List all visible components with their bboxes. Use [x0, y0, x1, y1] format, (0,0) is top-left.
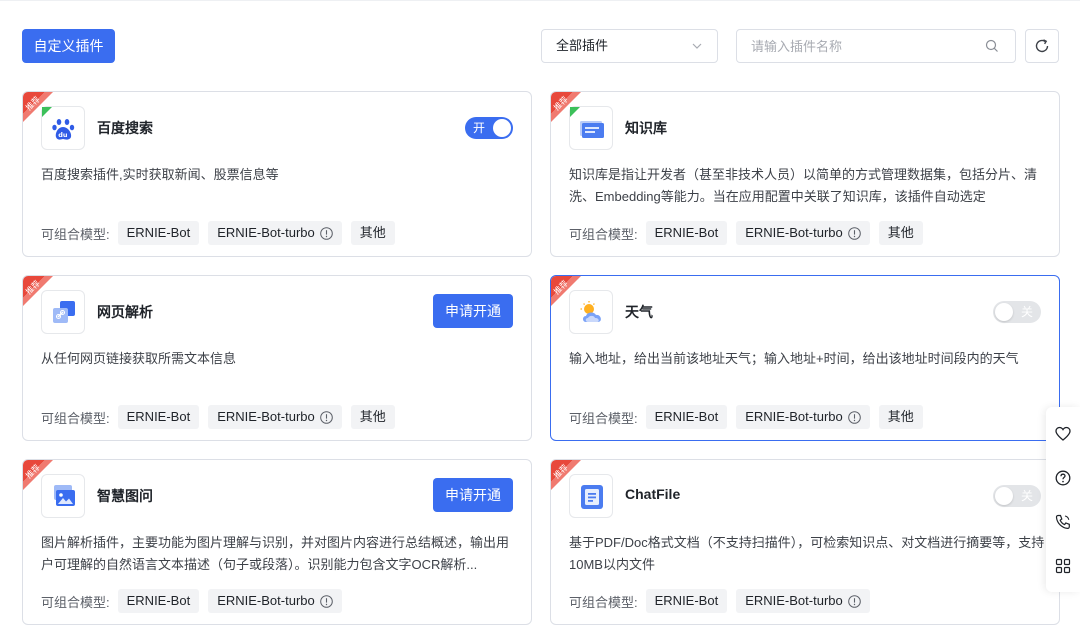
model-tag: ERNIE-Bot-turbo	[736, 589, 870, 613]
model-tag: 其他	[350, 221, 395, 245]
plugin-name: 百度搜索	[97, 120, 153, 136]
help-button[interactable]	[1046, 457, 1080, 501]
phone-icon	[1055, 514, 1070, 530]
model-tag: 其他	[878, 405, 923, 429]
heart-icon	[1055, 426, 1071, 441]
plugin-name: 智慧图问	[97, 488, 153, 504]
svg-text:du: du	[58, 131, 68, 139]
top-divider	[0, 0, 1080, 1]
search-input[interactable]	[751, 30, 971, 62]
model-tag: ERNIE-Bot	[645, 221, 728, 245]
info-icon[interactable]	[847, 594, 861, 608]
favorite-button[interactable]	[1046, 413, 1080, 457]
plugin-card-chatfile[interactable]: 推荐 ChatFile 关 基于PDF/Doc格式文档（不支持扫描件），可检索知…	[550, 459, 1060, 625]
web-link-icon	[41, 290, 85, 334]
plugin-toggle[interactable]: 开	[465, 117, 513, 139]
plugin-filter-select[interactable]: 全部插件	[541, 29, 718, 63]
model-tags: 可组合模型: ERNIE-Bot ERNIE-Bot-turbo	[41, 589, 351, 613]
model-label: 可组合模型:	[41, 594, 110, 610]
model-label: 可组合模型:	[41, 410, 110, 426]
model-tags: 可组合模型: ERNIE-Bot ERNIE-Bot-turbo 其他	[41, 221, 404, 245]
info-icon[interactable]	[847, 226, 861, 240]
plugin-description: 输入地址，给出当前该地址天气；输入地址+时间，给出该地址时间段内的天气	[569, 351, 1019, 366]
plugin-card-web-parse[interactable]: 推荐 网页解析 申请开通 从任何网页链接获取所需文本信息 可组合模型: ERNI…	[22, 275, 532, 441]
plugin-card-baidu-search[interactable]: 推荐 du 百度搜索 开 百度搜索插件,实时获取新闻、股票信息等 可组合模型: …	[22, 91, 532, 257]
model-tag: ERNIE-Bot	[117, 221, 200, 245]
plugin-name: 网页解析	[97, 304, 153, 320]
model-tags: 可组合模型: ERNIE-Bot ERNIE-Bot-turbo	[569, 589, 879, 613]
plugin-card-image-qa[interactable]: 推荐 智慧图问 申请开通 图片解析插件，主要功能为图片理解与识别，并对图片内容进…	[22, 459, 532, 625]
plugin-description: 从任何网页链接获取所需文本信息	[41, 351, 237, 366]
weather-icon	[569, 290, 613, 334]
help-icon	[1055, 470, 1071, 486]
custom-plugin-button[interactable]: 自定义插件	[22, 29, 115, 63]
plugin-card-knowledge-base[interactable]: 推荐 知识库 知识库是指让开发者（甚至非技术人员）以简单的方式管理数据集，包括分…	[550, 91, 1060, 257]
apply-access-button[interactable]: 申请开通	[433, 294, 513, 328]
plugin-toggle[interactable]: 关	[993, 485, 1041, 507]
model-tag: ERNIE-Bot	[117, 405, 200, 429]
model-tag: 其他	[350, 405, 395, 429]
filter-value: 全部插件	[556, 38, 609, 53]
search-box[interactable]	[736, 29, 1016, 63]
model-tags: 可组合模型: ERNIE-Bot ERNIE-Bot-turbo 其他	[41, 405, 404, 429]
model-label: 可组合模型:	[569, 410, 638, 426]
model-tag: ERNIE-Bot	[117, 589, 200, 613]
contact-button[interactable]	[1046, 501, 1080, 545]
plugin-description: 图片解析插件，主要功能为图片理解与识别，并对图片内容进行总结概述，输出用户可理解…	[41, 535, 510, 572]
model-tag: ERNIE-Bot-turbo	[208, 405, 342, 429]
info-icon[interactable]	[319, 410, 333, 424]
info-icon[interactable]	[319, 594, 333, 608]
knowledge-base-icon	[569, 106, 613, 150]
apps-button[interactable]	[1046, 545, 1080, 589]
model-tag: ERNIE-Bot-turbo	[208, 589, 342, 613]
floating-sidebar	[1046, 407, 1080, 592]
refresh-icon	[1035, 39, 1049, 53]
plugin-name: 知识库	[625, 120, 667, 136]
plugin-toggle[interactable]: 关	[993, 301, 1041, 323]
plugin-description: 知识库是指让开发者（甚至非技术人员）以简单的方式管理数据集，包括分片、清洗、Em…	[569, 167, 1038, 204]
plugin-name: 天气	[625, 304, 653, 320]
info-icon[interactable]	[319, 226, 333, 240]
document-icon	[569, 474, 613, 518]
model-label: 可组合模型:	[41, 226, 110, 242]
model-tag: ERNIE-Bot	[645, 405, 728, 429]
toggle-knob	[995, 487, 1013, 505]
info-icon[interactable]	[847, 410, 861, 424]
plugin-description: 百度搜索插件,实时获取新闻、股票信息等	[41, 167, 279, 182]
model-tags: 可组合模型: ERNIE-Bot ERNIE-Bot-turbo 其他	[569, 405, 932, 429]
apply-access-button[interactable]: 申请开通	[433, 478, 513, 512]
plugin-description: 基于PDF/Doc格式文档（不支持扫描件），可检索知识点、对文档进行摘要等，支持…	[569, 535, 1045, 572]
toggle-label: 开	[473, 121, 486, 135]
toggle-knob	[493, 119, 511, 137]
model-tag: ERNIE-Bot-turbo	[736, 221, 870, 245]
search-icon[interactable]	[985, 39, 999, 53]
apps-grid-icon	[1055, 558, 1071, 574]
toggle-knob	[995, 303, 1013, 321]
model-tag: 其他	[878, 221, 923, 245]
refresh-button[interactable]	[1025, 29, 1059, 63]
model-label: 可组合模型:	[569, 594, 638, 610]
image-qa-icon	[41, 474, 85, 518]
model-tag: ERNIE-Bot	[645, 589, 728, 613]
chevron-down-icon	[692, 43, 702, 49]
toggle-label: 关	[1020, 305, 1033, 319]
model-tag: ERNIE-Bot-turbo	[208, 221, 342, 245]
baidu-paw-icon: du	[41, 106, 85, 150]
toggle-label: 关	[1020, 489, 1033, 503]
model-tag: ERNIE-Bot-turbo	[736, 405, 870, 429]
model-label: 可组合模型:	[569, 226, 638, 242]
plugin-card-weather[interactable]: 推荐 天气 关 输入地址，给出当前该地址天气；输入地址+时间，给出该地址时间段内…	[550, 275, 1060, 441]
plugin-name: ChatFile	[625, 486, 681, 502]
model-tags: 可组合模型: ERNIE-Bot ERNIE-Bot-turbo 其他	[569, 221, 932, 245]
